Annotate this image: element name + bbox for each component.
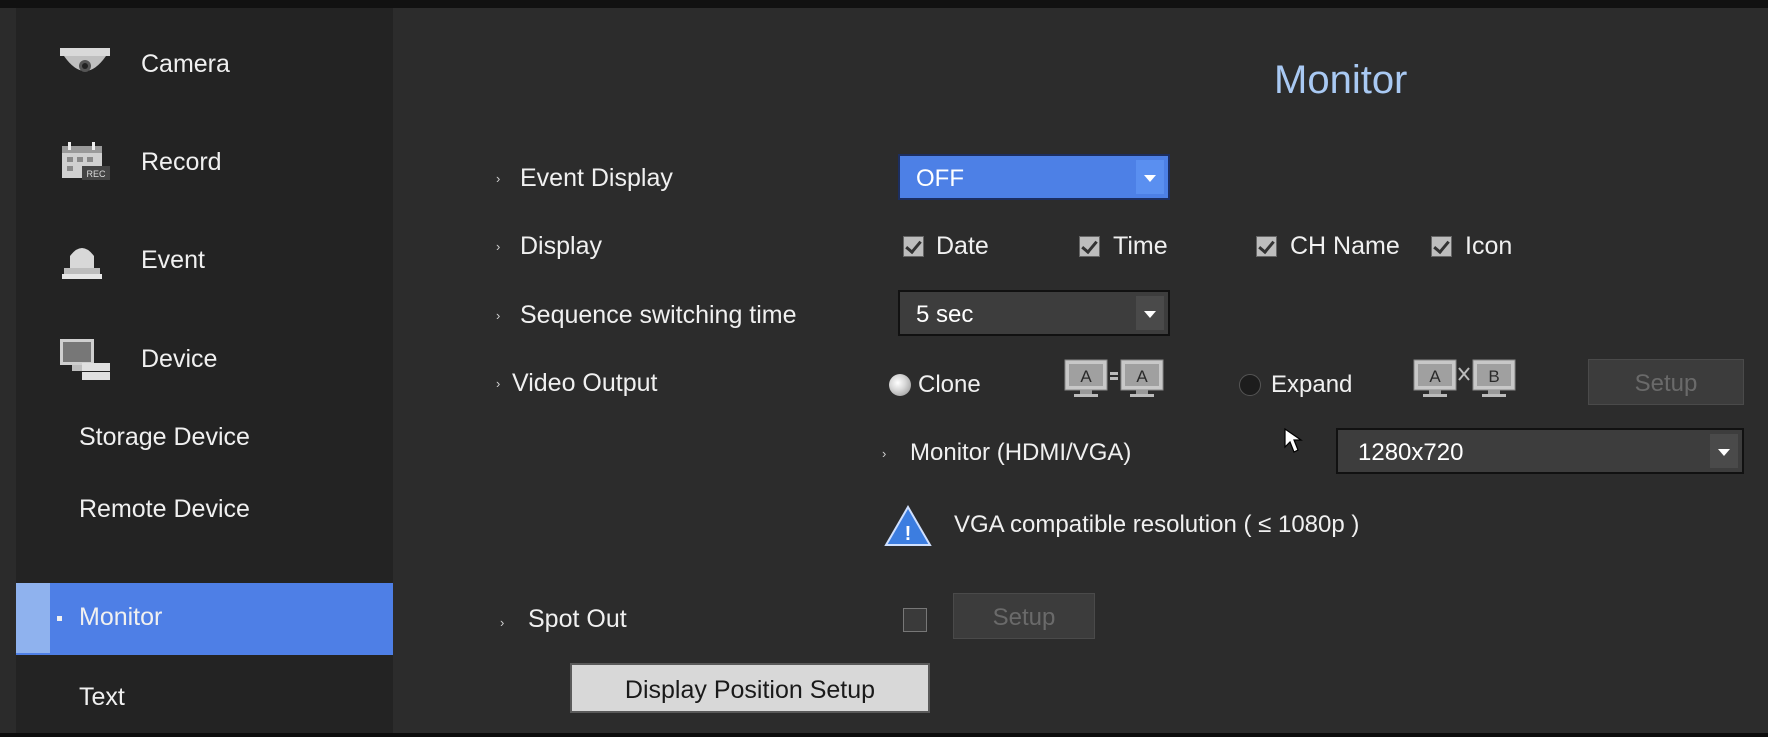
video-output-label: Video Output xyxy=(512,369,658,397)
clone-monitor-a-text: A xyxy=(1080,367,1092,386)
clone-radio[interactable] xyxy=(889,374,911,396)
monitor-hdmi-label: Monitor (HDMI/VGA) xyxy=(910,439,1132,466)
ch-name-checkbox[interactable] xyxy=(1256,236,1277,257)
record-calendar-icon: REC xyxy=(62,142,110,180)
top-border xyxy=(0,0,1768,8)
chevron-down-icon[interactable] xyxy=(1136,160,1164,194)
display-label: Display xyxy=(520,232,602,260)
expand-radio-label: Expand xyxy=(1271,371,1353,398)
sidebar-item-device[interactable]: Device xyxy=(16,311,393,411)
expand-monitor-a-text: A xyxy=(1429,367,1441,386)
sidebar-subitem-storage-device[interactable]: Storage Device xyxy=(16,403,393,473)
sidebar-item-record[interactable]: REC Record xyxy=(16,114,393,214)
chevron-down-icon[interactable] xyxy=(1136,296,1164,330)
sidebar-item-camera[interactable]: Camera xyxy=(16,16,393,116)
row-bullet: › xyxy=(496,239,501,254)
device-monitor-icon xyxy=(60,339,110,380)
expand-monitor-b-text: B xyxy=(1488,367,1499,386)
sequence-switching-value: 5 sec xyxy=(916,301,974,328)
row-bullet: › xyxy=(500,615,505,630)
expand-monitors-icon: A B xyxy=(1413,359,1516,397)
event-display-value: OFF xyxy=(916,165,964,192)
event-display-label: Event Display xyxy=(520,164,673,192)
clone-radio-label: Clone xyxy=(918,371,981,398)
video-output-setup-label: Setup xyxy=(1634,370,1698,397)
sidebar-subitem-label: Storage Device xyxy=(79,423,250,451)
warning-icon: ! xyxy=(884,505,932,546)
expand-radio[interactable] xyxy=(1239,374,1261,396)
spot-out-setup-label: Setup xyxy=(992,604,1056,631)
sidebar-subitem-label: Text xyxy=(79,683,125,711)
event-display-dropdown[interactable]: OFF xyxy=(898,154,1170,200)
mouse-cursor-icon xyxy=(1284,427,1303,453)
sidebar-item-label: Event xyxy=(141,246,205,274)
sequence-switching-dropdown[interactable]: 5 sec xyxy=(898,290,1170,336)
sidebar-item-label: Device xyxy=(141,345,218,373)
video-output-setup-button[interactable]: Setup xyxy=(1588,359,1744,405)
clone-monitor-b-text: A xyxy=(1136,367,1148,386)
dome-camera-icon xyxy=(60,48,110,72)
monitor-resolution-value: 1280x720 xyxy=(1358,439,1464,466)
clone-monitors-icon: A A xyxy=(1064,359,1164,397)
monitor-resolution-dropdown[interactable]: 1280x720 xyxy=(1336,428,1744,474)
display-position-setup-button[interactable]: Display Position Setup xyxy=(570,663,930,713)
warning-glyph: ! xyxy=(905,523,912,545)
date-checkbox-label: Date xyxy=(936,232,989,260)
spot-out-checkbox[interactable] xyxy=(903,608,927,632)
sidebar-subitem-remote-device[interactable]: Remote Device xyxy=(16,475,393,545)
time-checkbox[interactable] xyxy=(1079,236,1100,257)
rec-badge-text: REC xyxy=(86,169,106,179)
spot-out-setup-button[interactable]: Setup xyxy=(953,593,1095,639)
spot-out-label: Spot Out xyxy=(528,605,627,633)
sidebar: Camera REC Record Event Device Storage D… xyxy=(16,8,393,733)
warning-text: VGA compatible resolution ( ≤ 1080p ) xyxy=(954,511,1360,538)
sidebar-subitem-monitor[interactable]: Monitor xyxy=(16,583,393,655)
sidebar-item-event[interactable]: Event xyxy=(16,212,393,312)
row-bullet: › xyxy=(496,376,501,391)
icon-checkbox[interactable] xyxy=(1431,236,1452,257)
display-position-setup-label: Display Position Setup xyxy=(624,676,876,704)
active-indicator xyxy=(16,583,50,653)
ch-name-checkbox-label: CH Name xyxy=(1290,232,1400,260)
icon-checkbox-label: Icon xyxy=(1465,232,1513,260)
chevron-down-icon[interactable] xyxy=(1710,434,1738,468)
active-dot xyxy=(57,616,62,621)
bottom-border xyxy=(0,733,1768,737)
row-bullet: › xyxy=(882,446,887,461)
sequence-switching-label: Sequence switching time xyxy=(520,301,797,329)
sidebar-subitem-label: Remote Device xyxy=(79,495,250,523)
row-bullet: › xyxy=(496,171,501,186)
time-checkbox-label: Time xyxy=(1113,232,1168,260)
date-checkbox[interactable] xyxy=(903,236,924,257)
page-title: Monitor xyxy=(1274,58,1408,102)
sidebar-subitem-label: Monitor xyxy=(79,603,163,631)
row-bullet: › xyxy=(496,308,501,323)
alarm-siren-icon xyxy=(62,248,102,279)
sidebar-item-label: Camera xyxy=(141,50,230,78)
sidebar-subitem-text[interactable]: Text xyxy=(16,663,393,733)
sidebar-item-label: Record xyxy=(141,148,222,176)
